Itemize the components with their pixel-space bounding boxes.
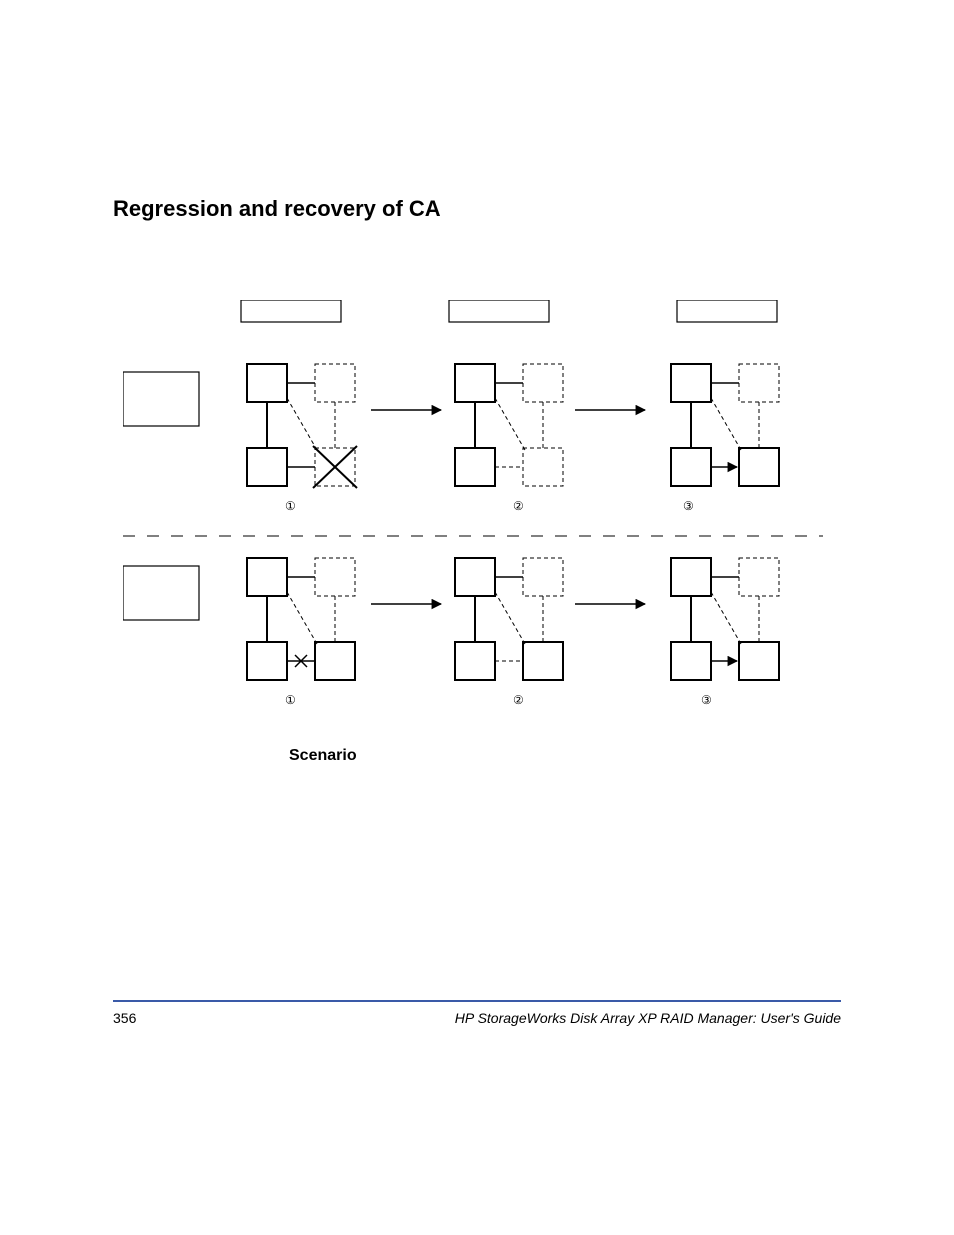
scenario-label: Scenario xyxy=(289,747,357,765)
step-2-bottom: ② xyxy=(513,693,524,707)
footer-title: HP StorageWorks Disk Array XP RAID Manag… xyxy=(455,1010,841,1026)
step-1-bottom: ① xyxy=(285,693,296,707)
page: Regression and recovery of CA xyxy=(0,0,954,1235)
step-1-top: ① xyxy=(285,499,296,513)
section-heading: Regression and recovery of CA xyxy=(113,196,441,222)
step-3-bottom: ③ xyxy=(701,693,712,707)
page-number: 356 xyxy=(113,1010,136,1026)
diagram: ① ② ③ xyxy=(123,300,823,700)
diagram-svg: ① ② ③ xyxy=(123,300,823,730)
footer-rule xyxy=(113,1000,841,1002)
step-3-top: ③ xyxy=(683,499,694,513)
step-2-top: ② xyxy=(513,499,524,513)
